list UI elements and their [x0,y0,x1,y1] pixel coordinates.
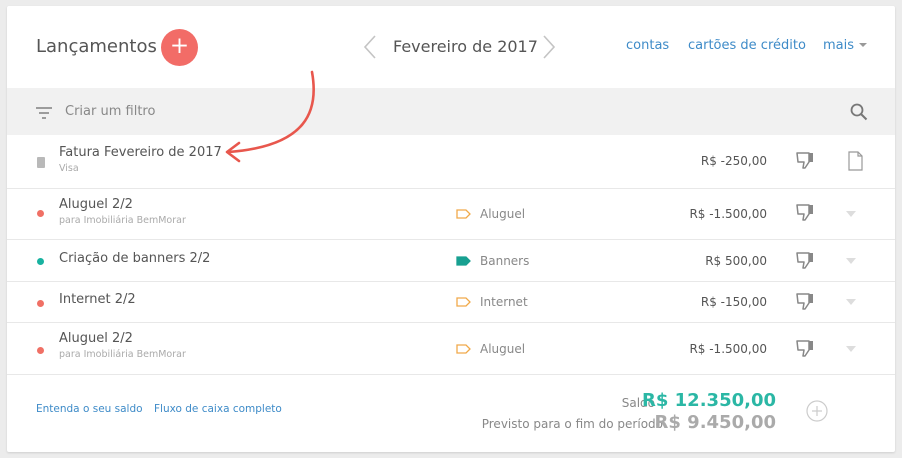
transaction-amount: R$ -1.500,00 [689,207,767,221]
status-dot [37,210,44,217]
footer-link-fluxo-caixa[interactable]: Fluxo de caixa completo [154,403,282,415]
header: Lançamentos + Fevereiro de 2017 contas c… [7,6,895,88]
tag-icon [456,344,471,354]
saldo-value: R$ 12.350,00 [642,390,776,411]
chevron-left-icon[interactable] [363,34,377,60]
chevron-down-icon[interactable] [846,258,856,264]
transaction-amount: R$ -250,00 [700,154,767,168]
transaction-subtitle: para Imobiliária BemMorar [59,349,186,360]
caret-down-icon [859,43,868,47]
thumbs-down-icon[interactable] [795,151,815,171]
chevron-down-icon[interactable] [846,211,856,217]
transaction-row[interactable]: Internet 2/2 Internet R$ -150,00 [7,282,895,323]
transaction-title: Fatura Fevereiro de 2017 [59,145,222,160]
filter-bar: Criar um filtro [7,88,895,135]
thumbs-down-icon[interactable] [795,339,815,359]
search-icon[interactable] [850,103,868,121]
transaction-row[interactable]: Fatura Fevereiro de 2017 Visa R$ -250,00 [7,135,895,189]
thumbs-down-icon[interactable] [795,251,815,271]
footer-link-entenda-saldo[interactable]: Entenda o seu saldo [36,403,143,415]
transaction-subtitle: para Imobiliária BemMorar [59,215,186,226]
tag-label: Aluguel [480,342,526,356]
tag-icon [456,256,471,266]
create-filter-input[interactable]: Criar um filtro [65,104,155,119]
add-transaction-button[interactable]: + [161,29,198,66]
transaction-amount: R$ -1.500,00 [689,342,767,356]
month-label: Fevereiro de 2017 [393,37,538,56]
transaction-title: Internet 2/2 [59,292,136,307]
tag-label: Banners [480,254,530,268]
nav-link-contas[interactable]: contas [626,38,669,53]
tag-label: Aluguel [480,207,526,221]
nav-link-mais[interactable]: mais [823,38,868,53]
previsto-label: Previsto para o fim do período [481,417,663,431]
lancamentos-card: Lançamentos + Fevereiro de 2017 contas c… [7,6,895,452]
thumbs-down-icon[interactable] [795,203,815,223]
filter-icon[interactable] [36,106,52,120]
status-dot [37,347,44,354]
transaction-amount: R$ 500,00 [705,254,767,268]
chevron-down-icon[interactable] [846,299,856,305]
transaction-title: Aluguel 2/2 [59,197,133,212]
tag-label: Internet [480,295,528,309]
tag-icon [456,209,471,219]
thumbs-down-icon[interactable] [795,292,815,312]
nav-link-cartoes[interactable]: cartões de crédito [688,38,806,53]
status-dot [37,258,44,265]
document-icon [37,157,45,168]
page-title: Lançamentos [36,36,157,57]
transaction-row[interactable]: Aluguel 2/2 para Imobiliária BemMorar Al… [7,323,895,375]
transaction-title: Criação de banners 2/2 [59,251,211,266]
transaction-amount: R$ -150,00 [700,295,767,309]
add-circle-icon[interactable] [806,400,828,422]
nav-link-mais-label: mais [823,38,855,53]
transaction-row[interactable]: Criação de banners 2/2 Banners R$ 500,00 [7,240,895,282]
chevron-down-icon[interactable] [846,346,856,352]
transaction-title: Aluguel 2/2 [59,331,133,346]
previsto-value: R$ 9.450,00 [654,412,776,433]
transaction-subtitle: Visa [59,163,79,174]
tag-icon [456,297,471,307]
file-icon[interactable] [848,151,863,171]
chevron-right-icon[interactable] [542,34,556,60]
status-dot [37,300,44,307]
transaction-row[interactable]: Aluguel 2/2 para Imobiliária BemMorar Al… [7,189,895,240]
